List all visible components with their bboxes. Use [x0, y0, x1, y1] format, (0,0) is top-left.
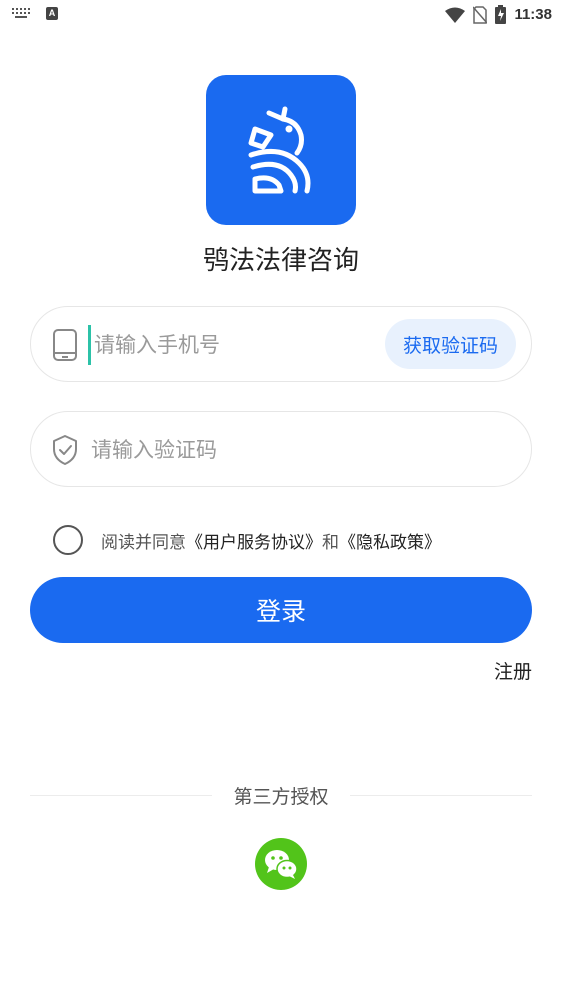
- register-link[interactable]: 注册: [494, 657, 532, 684]
- status-time: 11:38: [514, 6, 552, 23]
- code-field: [30, 411, 532, 487]
- shield-check-icon: [53, 435, 77, 465]
- privacy-policy-link[interactable]: 《隐私政策》: [339, 533, 441, 553]
- keyboard-icon: [12, 8, 30, 19]
- battery-charging-icon: [495, 5, 507, 24]
- agreement-row: 阅读并同意《用户服务协议》和《隐私政策》: [53, 525, 441, 555]
- wechat-icon: [265, 850, 298, 879]
- a-notification-icon: A: [46, 7, 58, 20]
- code-input[interactable]: [91, 430, 491, 470]
- status-bar: A 11:38: [0, 0, 562, 30]
- owl-logo-icon: [248, 106, 311, 194]
- app-name: 鸮法法律咨询: [202, 246, 359, 276]
- login-button[interactable]: 登录: [30, 577, 532, 643]
- agreement-text: 阅读并同意《用户服务协议》和《隐私政策》: [101, 528, 441, 553]
- agreement-checkbox[interactable]: [53, 525, 83, 555]
- no-sim-icon: [473, 5, 488, 24]
- divider-right: [350, 795, 532, 796]
- phone-icon: [53, 329, 77, 361]
- wifi-icon: [445, 7, 466, 23]
- agreement-conjunction: 和: [322, 532, 339, 553]
- phone-field: 获取验证码: [30, 306, 532, 382]
- agreement-prefix: 阅读并同意: [101, 532, 186, 553]
- app-logo: [206, 75, 356, 225]
- get-code-button[interactable]: 获取验证码: [384, 319, 516, 369]
- phone-input[interactable]: [88, 325, 368, 365]
- wechat-login-button[interactable]: [255, 838, 307, 890]
- user-agreement-link[interactable]: 《用户服务协议》: [186, 533, 322, 553]
